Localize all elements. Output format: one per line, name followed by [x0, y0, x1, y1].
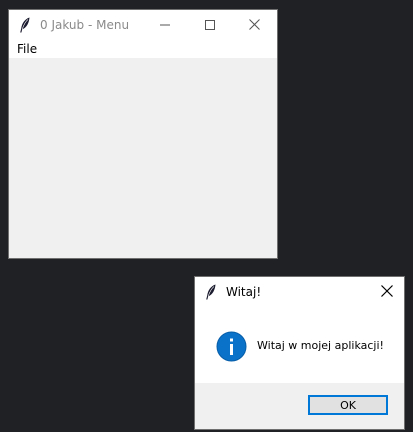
menu-item-file[interactable]: File [15, 42, 39, 56]
dialog-body: Witaj w mojej aplikacji! [195, 306, 404, 383]
maximize-icon [204, 15, 215, 34]
minimize-button[interactable] [142, 10, 187, 39]
dialog-close-button[interactable] [370, 277, 404, 306]
minimize-icon [159, 15, 170, 34]
feather-icon [204, 284, 218, 300]
menu-bar: File [9, 39, 277, 59]
dialog-footer: OK [195, 383, 404, 429]
main-window-client-area [9, 59, 277, 258]
dialog-title: Witaj! [226, 284, 262, 299]
close-button[interactable] [232, 10, 277, 39]
window-title: 0 Jakub - Menu [40, 17, 130, 32]
window-controls [142, 10, 277, 39]
feather-icon [18, 17, 32, 33]
main-window: 0 Jakub - Menu File [8, 9, 278, 259]
message-dialog: Witaj! Witaj w mojej aplikacji! OK [194, 276, 405, 430]
dialog-message: Witaj w mojej aplikacji! [257, 339, 384, 352]
main-window-titlebar[interactable]: 0 Jakub - Menu [9, 10, 277, 39]
close-icon [249, 15, 260, 34]
dialog-titlebar[interactable]: Witaj! [195, 277, 404, 306]
ok-button[interactable]: OK [308, 395, 388, 415]
info-icon [216, 331, 247, 362]
close-icon [381, 282, 393, 301]
maximize-button[interactable] [187, 10, 232, 39]
